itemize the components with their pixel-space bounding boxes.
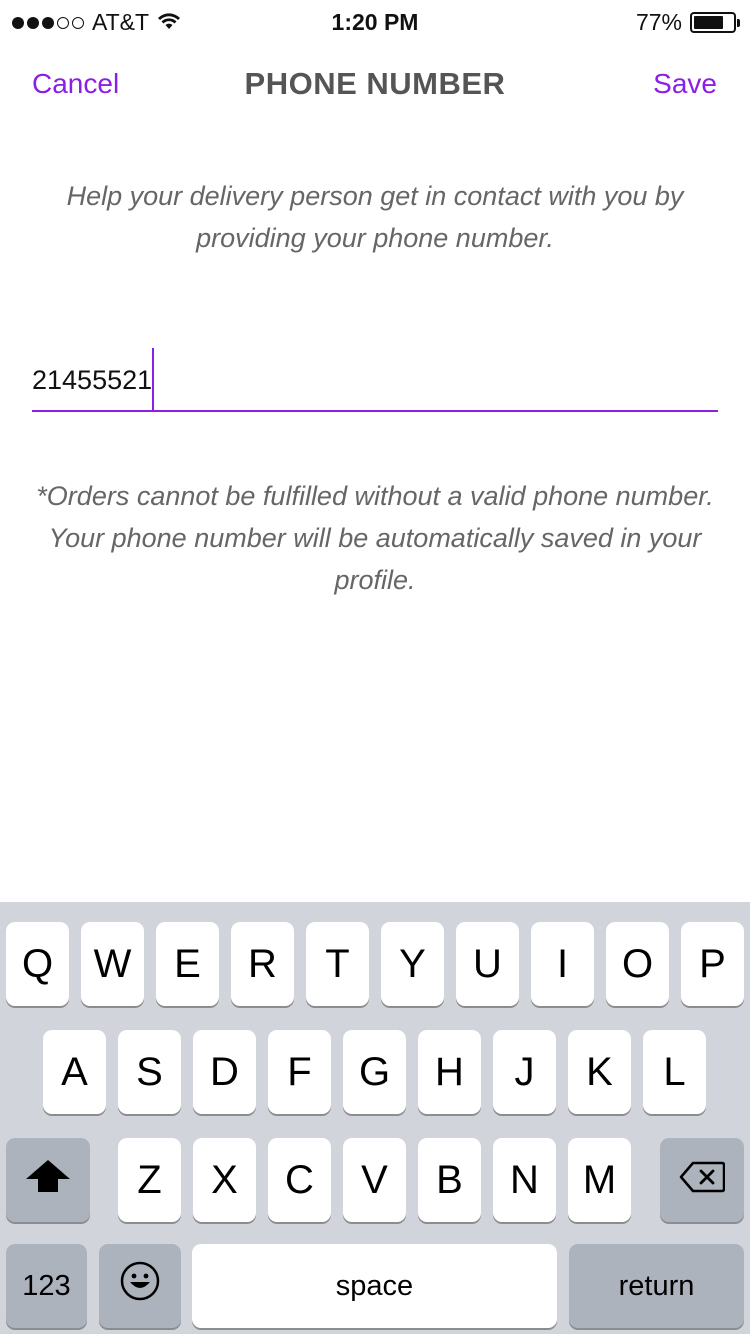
phone-requirement-note: *Orders cannot be fulfilled without a va… <box>36 481 714 595</box>
backspace-icon <box>679 1158 726 1203</box>
battery-percent: 77% <box>635 9 682 35</box>
key-j[interactable]: J <box>493 1030 556 1114</box>
key-i[interactable]: I <box>531 922 594 1006</box>
save-button[interactable]: Save <box>653 68 717 100</box>
return-key[interactable]: return <box>569 1244 744 1328</box>
delete-key[interactable] <box>660 1138 744 1222</box>
key-a[interactable]: A <box>43 1030 106 1114</box>
status-bar: AT&T 1:20 PM 77% <box>0 0 750 42</box>
key-m[interactable]: M <box>568 1138 631 1222</box>
key-c[interactable]: C <box>268 1138 331 1222</box>
key-p[interactable]: P <box>681 922 744 1006</box>
page-title: PHONE NUMBER <box>244 66 506 101</box>
numbers-key[interactable]: 123 <box>6 1244 87 1328</box>
key-h[interactable]: H <box>418 1030 481 1114</box>
key-v[interactable]: V <box>343 1138 406 1222</box>
keyboard: 123 space return QWERTYUIOP ASDFGHJKL ZXCV… <box>0 902 750 1334</box>
key-d[interactable]: D <box>193 1030 256 1114</box>
key-g[interactable]: G <box>343 1030 406 1114</box>
phone-number-value-container: 21455521 <box>32 348 155 414</box>
helper-text: Help your delivery person get in contact… <box>66 181 684 253</box>
key-b[interactable]: B <box>418 1138 481 1222</box>
status-bar-right: 77% <box>635 9 740 36</box>
key-o[interactable]: O <box>606 922 669 1006</box>
key-x[interactable]: X <box>193 1138 256 1222</box>
key-w[interactable]: W <box>81 922 144 1006</box>
space-key[interactable]: space <box>192 1244 557 1328</box>
key-t[interactable]: T <box>306 922 369 1006</box>
key-s[interactable]: S <box>118 1030 181 1114</box>
emoji-icon <box>119 1260 161 1312</box>
battery-icon <box>690 12 740 33</box>
key-n[interactable]: N <box>493 1138 556 1222</box>
key-e[interactable]: E <box>156 922 219 1006</box>
key-u[interactable]: U <box>456 922 519 1006</box>
key-l[interactable]: L <box>643 1030 706 1114</box>
emoji-key[interactable] <box>99 1244 181 1328</box>
key-q[interactable]: Q <box>6 922 69 1006</box>
phone-number-field[interactable]: 21455521 <box>32 330 718 412</box>
key-f[interactable]: F <box>268 1030 331 1114</box>
key-z[interactable]: Z <box>118 1138 181 1222</box>
shift-key[interactable] <box>6 1138 90 1222</box>
phone-number-input-value[interactable]: 21455521 <box>32 365 152 395</box>
key-y[interactable]: Y <box>381 922 444 1006</box>
key-k[interactable]: K <box>568 1030 631 1114</box>
text-cursor <box>152 348 155 412</box>
key-r[interactable]: R <box>231 922 294 1006</box>
nav-bar: Cancel PHONE NUMBER Save <box>0 42 750 130</box>
shift-icon <box>25 1158 71 1203</box>
